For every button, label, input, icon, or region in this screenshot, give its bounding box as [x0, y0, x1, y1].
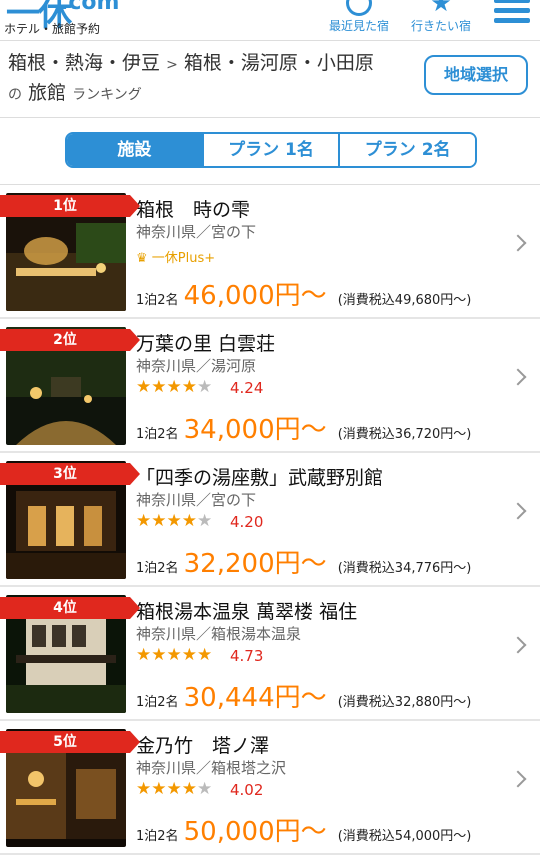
tab-plan-1-person[interactable]: プラン 1名 — [203, 134, 341, 166]
price: 46,000円 — [183, 281, 301, 311]
wishlist-button[interactable]: ★ 行きたい宿 — [400, 0, 482, 40]
hotel-location: 神奈川県／宮の下 — [136, 491, 257, 509]
region-select-button[interactable]: 地域選択 — [424, 55, 528, 95]
ikyu-plus-badge: ♛ 一休Plus+ — [136, 247, 215, 266]
list-item[interactable]: 3位 「四季の湯座敷」武蔵野別館 神奈川県／宮の下 ★★★★★ 4.20 1泊2… — [0, 453, 540, 587]
site-logo-domain[interactable]: .com — [60, 0, 119, 15]
hotel-location: 神奈川県／箱根湯本温泉 — [136, 625, 302, 643]
price-row: 1泊2名 50,000円〜 (消費税込54,000円〜) — [136, 811, 471, 848]
price-tilde: 〜 — [300, 549, 327, 579]
hotel-location: 神奈川県／箱根塔之沢 — [136, 759, 287, 777]
star-icon: ★ — [430, 0, 452, 17]
rank-badge: 1位 — [0, 195, 140, 217]
hotel-name[interactable]: 金乃竹 塔ノ澤 — [136, 731, 269, 758]
star-rating: ★★★★★ — [136, 377, 212, 397]
price-row: 1泊2名 46,000円〜 (消費税込49,680円〜) — [136, 275, 471, 312]
price-tilde: 〜 — [300, 817, 327, 847]
star-rating: ★★★★★ — [136, 511, 212, 531]
price-row: 1泊2名 32,200円〜 (消費税込34,776円〜) — [136, 543, 471, 580]
breadcrumb: 箱根・熱海・伊豆 > 箱根・湯河原・小田原 の 旅館 ランキング — [8, 49, 413, 109]
price-with-tax: (消費税込49,680円〜) — [337, 293, 472, 308]
star-rating: ★★★★★ — [136, 645, 212, 665]
empty-stars: ★ — [196, 377, 213, 397]
price-tilde: 〜 — [300, 683, 327, 713]
ranking-tabs: 施設 プラン 1名 プラン 2名 — [65, 132, 477, 168]
price-row: 1泊2名 30,444円〜 (消費税込32,880円〜) — [136, 677, 471, 714]
breadcrumb-row: 箱根・熱海・伊豆 > 箱根・湯河原・小田原 の 旅館 ランキング 地域選択 — [0, 41, 540, 118]
price: 50,000円 — [183, 817, 301, 847]
rating-score: 4.20 — [230, 513, 264, 531]
hotel-location: 神奈川県／宮の下 — [136, 223, 257, 241]
empty-stars: ★ — [196, 779, 213, 799]
price-prefix: 1泊2名 — [136, 829, 179, 844]
filled-stars: ★★★★★ — [136, 645, 213, 665]
price-with-tax: (消費税込32,880円〜) — [337, 695, 472, 710]
top-bar: 一休 .com ホテル・旅館予約 最近見た宿 ★ 行きたい宿 — [0, 0, 540, 41]
list-item[interactable]: 2位 万葉の里 白雲荘 神奈川県／湯河原 ★★★★★ 4.24 1泊2名 34,… — [0, 319, 540, 453]
tab-plan-2-persons[interactable]: プラン 2名 — [340, 134, 475, 166]
breadcrumb-of: の — [8, 87, 22, 103]
tab-bar: 施設 プラン 1名 プラン 2名 — [0, 118, 540, 185]
breadcrumb-suffix: ランキング — [72, 87, 142, 103]
breadcrumb-region[interactable]: 箱根・熱海・伊豆 — [8, 52, 160, 74]
wishlist-label: 行きたい宿 — [410, 19, 471, 33]
chevron-right-icon[interactable] — [509, 502, 527, 520]
ikyu-plus-label: 一休Plus+ — [151, 251, 216, 266]
filled-stars: ★★★★ — [136, 511, 197, 531]
rank-badge: 4位 — [0, 597, 140, 619]
breadcrumb-area[interactable]: 箱根・湯河原・小田原 — [184, 52, 374, 74]
site-logo-subtitle: ホテル・旅館予約 — [4, 22, 101, 36]
price-with-tax: (消費税込54,000円〜) — [337, 829, 472, 844]
rank-badge: 5位 — [0, 731, 140, 753]
tab-facility[interactable]: 施設 — [67, 134, 204, 166]
rating-score: 4.02 — [230, 781, 264, 799]
chevron-right-icon[interactable] — [509, 770, 527, 788]
recently-viewed-button[interactable]: 最近見た宿 — [318, 0, 400, 40]
price-tilde: 〜 — [300, 281, 327, 311]
rating-score: 4.24 — [230, 379, 264, 397]
hotel-name[interactable]: 「四季の湯座敷」武蔵野別館 — [136, 463, 383, 490]
list-item[interactable]: 1位 箱根 時の雫 神奈川県／宮の下 ♛ 一休Plus+ 1泊2名 46,000… — [0, 185, 540, 319]
breadcrumb-category: 旅館 — [28, 82, 67, 104]
price-prefix: 1泊2名 — [136, 427, 179, 442]
ranking-list: 1位 箱根 時の雫 神奈川県／宮の下 ♛ 一休Plus+ 1泊2名 46,000… — [0, 185, 540, 855]
price-with-tax: (消費税込36,720円〜) — [337, 427, 472, 442]
filled-stars: ★★★★ — [136, 377, 197, 397]
list-item[interactable]: 4位 箱根湯本温泉 萬翠楼 福住 神奈川県／箱根湯本温泉 ★★★★★ 4.73 … — [0, 587, 540, 721]
price-prefix: 1泊2名 — [136, 695, 179, 710]
rating-score: 4.73 — [230, 647, 264, 665]
star-rating: ★★★★★ — [136, 779, 212, 799]
price-with-tax: (消費税込34,776円〜) — [337, 561, 472, 576]
price-prefix: 1泊2名 — [136, 561, 179, 576]
price-tilde: 〜 — [300, 415, 327, 445]
chevron-right-icon[interactable] — [509, 368, 527, 386]
chevron-right-icon[interactable] — [509, 636, 527, 654]
hotel-name[interactable]: 箱根 時の雫 — [136, 195, 250, 222]
price: 32,200円 — [183, 549, 301, 579]
hotel-name[interactable]: 箱根湯本温泉 萬翠楼 福住 — [136, 597, 357, 624]
chevron-right-icon[interactable] — [509, 234, 527, 252]
price: 30,444円 — [183, 683, 301, 713]
hotel-name[interactable]: 万葉の里 白雲荘 — [136, 329, 275, 356]
price: 34,000円 — [183, 415, 301, 445]
clock-icon — [346, 0, 372, 16]
price-prefix: 1泊2名 — [136, 293, 179, 308]
rank-badge: 2位 — [0, 329, 140, 351]
crown-icon: ♛ — [136, 251, 148, 266]
list-item[interactable]: 5位 金乃竹 塔ノ澤 神奈川県／箱根塔之沢 ★★★★★ 4.02 1泊2名 50… — [0, 721, 540, 855]
hotel-location: 神奈川県／湯河原 — [136, 357, 257, 375]
rank-badge: 3位 — [0, 463, 140, 485]
recently-viewed-label: 最近見た宿 — [328, 19, 389, 33]
hamburger-menu-icon[interactable] — [482, 0, 540, 40]
top-nav: 最近見た宿 ★ 行きたい宿 — [318, 0, 540, 40]
breadcrumb-separator: > — [166, 57, 178, 73]
empty-stars: ★ — [196, 511, 213, 531]
filled-stars: ★★★★ — [136, 779, 197, 799]
price-row: 1泊2名 34,000円〜 (消費税込36,720円〜) — [136, 409, 471, 446]
